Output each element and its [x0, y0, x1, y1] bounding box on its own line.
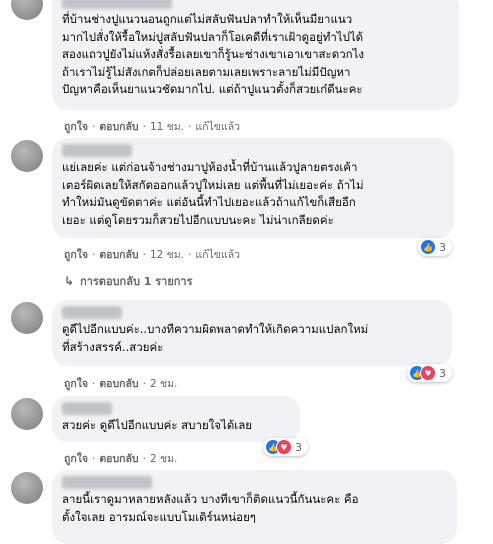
comment-text: ลายนี้เราดูมาหลายหลังแล้ว บางทีเขาก็ติดแ… — [62, 492, 359, 524]
like-icon: 👍 — [420, 239, 436, 255]
comment-actions: ถูกใจ · ตอบกลับ · 2 ชม. — [64, 450, 177, 467]
comment-text: สวยค่ะ ดูดีไปอีกแบบค่ะ สบายใจได้เลย — [62, 418, 253, 432]
comment-time[interactable]: 2 ชม. — [150, 450, 177, 467]
comment-time[interactable]: 2 ชม. — [150, 375, 177, 392]
like-link[interactable]: ถูกใจ — [64, 375, 88, 392]
love-icon: ♥ — [276, 439, 292, 455]
edited-label: แก้ไขแล้ว — [195, 249, 241, 261]
reaction-summary[interactable]: 👍 ♥ 3 — [263, 438, 308, 456]
comment-bubble: ลายนี้เราดูมาหลายหลังแล้ว บางทีเขาก็ติดแ… — [52, 470, 457, 544]
comment-actions: ถูกใจ · ตอบกลับ · 2 ชม. — [64, 375, 177, 392]
comment-time[interactable]: 12 ชม. — [150, 246, 184, 263]
commenter-avatar[interactable] — [11, 398, 43, 430]
comment-text: แย่เลยค่ะ แต่ก่อนจ้างช่างมาปูห้องน้ำที่บ… — [62, 160, 364, 227]
reply-link[interactable]: ตอบกลับ — [99, 118, 138, 135]
view-replies-link[interactable]: ↳ การตอบกลับ 1 รายการ — [64, 272, 193, 290]
comment-text: ดูดีไปอีกแบบค่ะ..บางทีความผิดพลาดทำให้เก… — [62, 322, 369, 354]
reaction-count: 3 — [439, 366, 446, 380]
comment-bubble: สวยค่ะ ดูดีไปอีกแบบค่ะ สบายใจได้เลย — [52, 396, 300, 442]
reaction-count: 3 — [295, 440, 302, 454]
commenter-avatar[interactable] — [11, 302, 43, 334]
commenter-name[interactable] — [62, 476, 152, 489]
commenter-name[interactable] — [62, 144, 132, 157]
edited-label: แก้ไขแล้ว — [195, 121, 241, 133]
reply-link[interactable]: ตอบกลับ — [99, 450, 138, 467]
comment-bubble: ที่บ้านช่างปูแนวนอนถูกแต่ไม่สลับฟันปลาทำ… — [52, 0, 459, 110]
comment-time[interactable]: 11 ชม. — [150, 118, 184, 135]
comment-bubble: ดูดีไปอีกแบบค่ะ..บางทีความผิดพลาดทำให้เก… — [52, 300, 452, 366]
commenter-avatar[interactable] — [11, 140, 43, 172]
reply-link[interactable]: ตอบกลับ — [99, 246, 138, 263]
comment-bubble: แย่เลยค่ะ แต่ก่อนจ้างช่างมาปูห้องน้ำที่บ… — [52, 138, 454, 238]
comment-text: ที่บ้านช่างปูแนวนอนถูกแต่ไม่สลับฟันปลาทำ… — [62, 12, 365, 97]
like-link[interactable]: ถูกใจ — [64, 118, 88, 135]
reply-arrow-icon: ↳ — [64, 274, 75, 288]
comment-actions: ถูกใจ · ตอบกลับ · 11 ชม. · แก้ไขแล้ว — [64, 118, 240, 135]
commenter-name[interactable] — [62, 402, 112, 415]
commenter-name[interactable] — [62, 0, 172, 9]
comment-actions: ถูกใจ · ตอบกลับ · 12 ชม. · แก้ไขแล้ว — [64, 246, 240, 263]
reaction-summary[interactable]: 👍 3 — [418, 238, 452, 256]
reply-link[interactable]: ตอบกลับ — [99, 375, 138, 392]
commenter-avatar[interactable] — [11, 0, 43, 20]
love-icon: ♥ — [420, 365, 436, 381]
like-link[interactable]: ถูกใจ — [64, 246, 88, 263]
like-link[interactable]: ถูกใจ — [64, 450, 88, 467]
commenter-name[interactable] — [62, 306, 122, 319]
replies-count-label: การตอบกลับ 1 รายการ — [80, 275, 193, 288]
commenter-avatar[interactable] — [11, 472, 43, 504]
reaction-count: 3 — [439, 240, 446, 254]
reaction-summary[interactable]: 👍 ♥ 3 — [407, 364, 452, 382]
